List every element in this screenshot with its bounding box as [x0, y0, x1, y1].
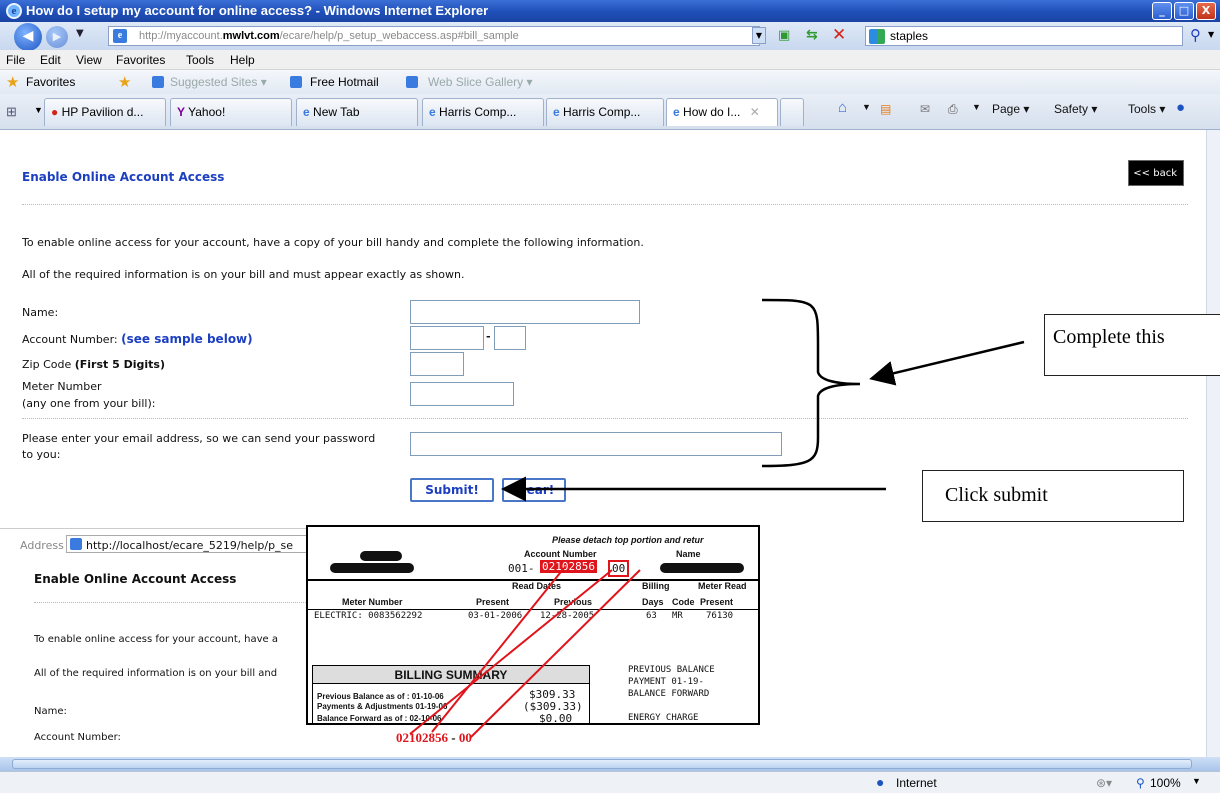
- red-connector: [431, 567, 565, 733]
- click-submit-callout: Click submit: [922, 470, 1184, 522]
- annotation-overlay: [409, 298, 1025, 739]
- bracket-brace: [761, 298, 861, 468]
- red-connector: [409, 569, 613, 735]
- complete-this-callout: Complete this: [1044, 314, 1220, 376]
- complete-arrow: [869, 340, 1025, 386]
